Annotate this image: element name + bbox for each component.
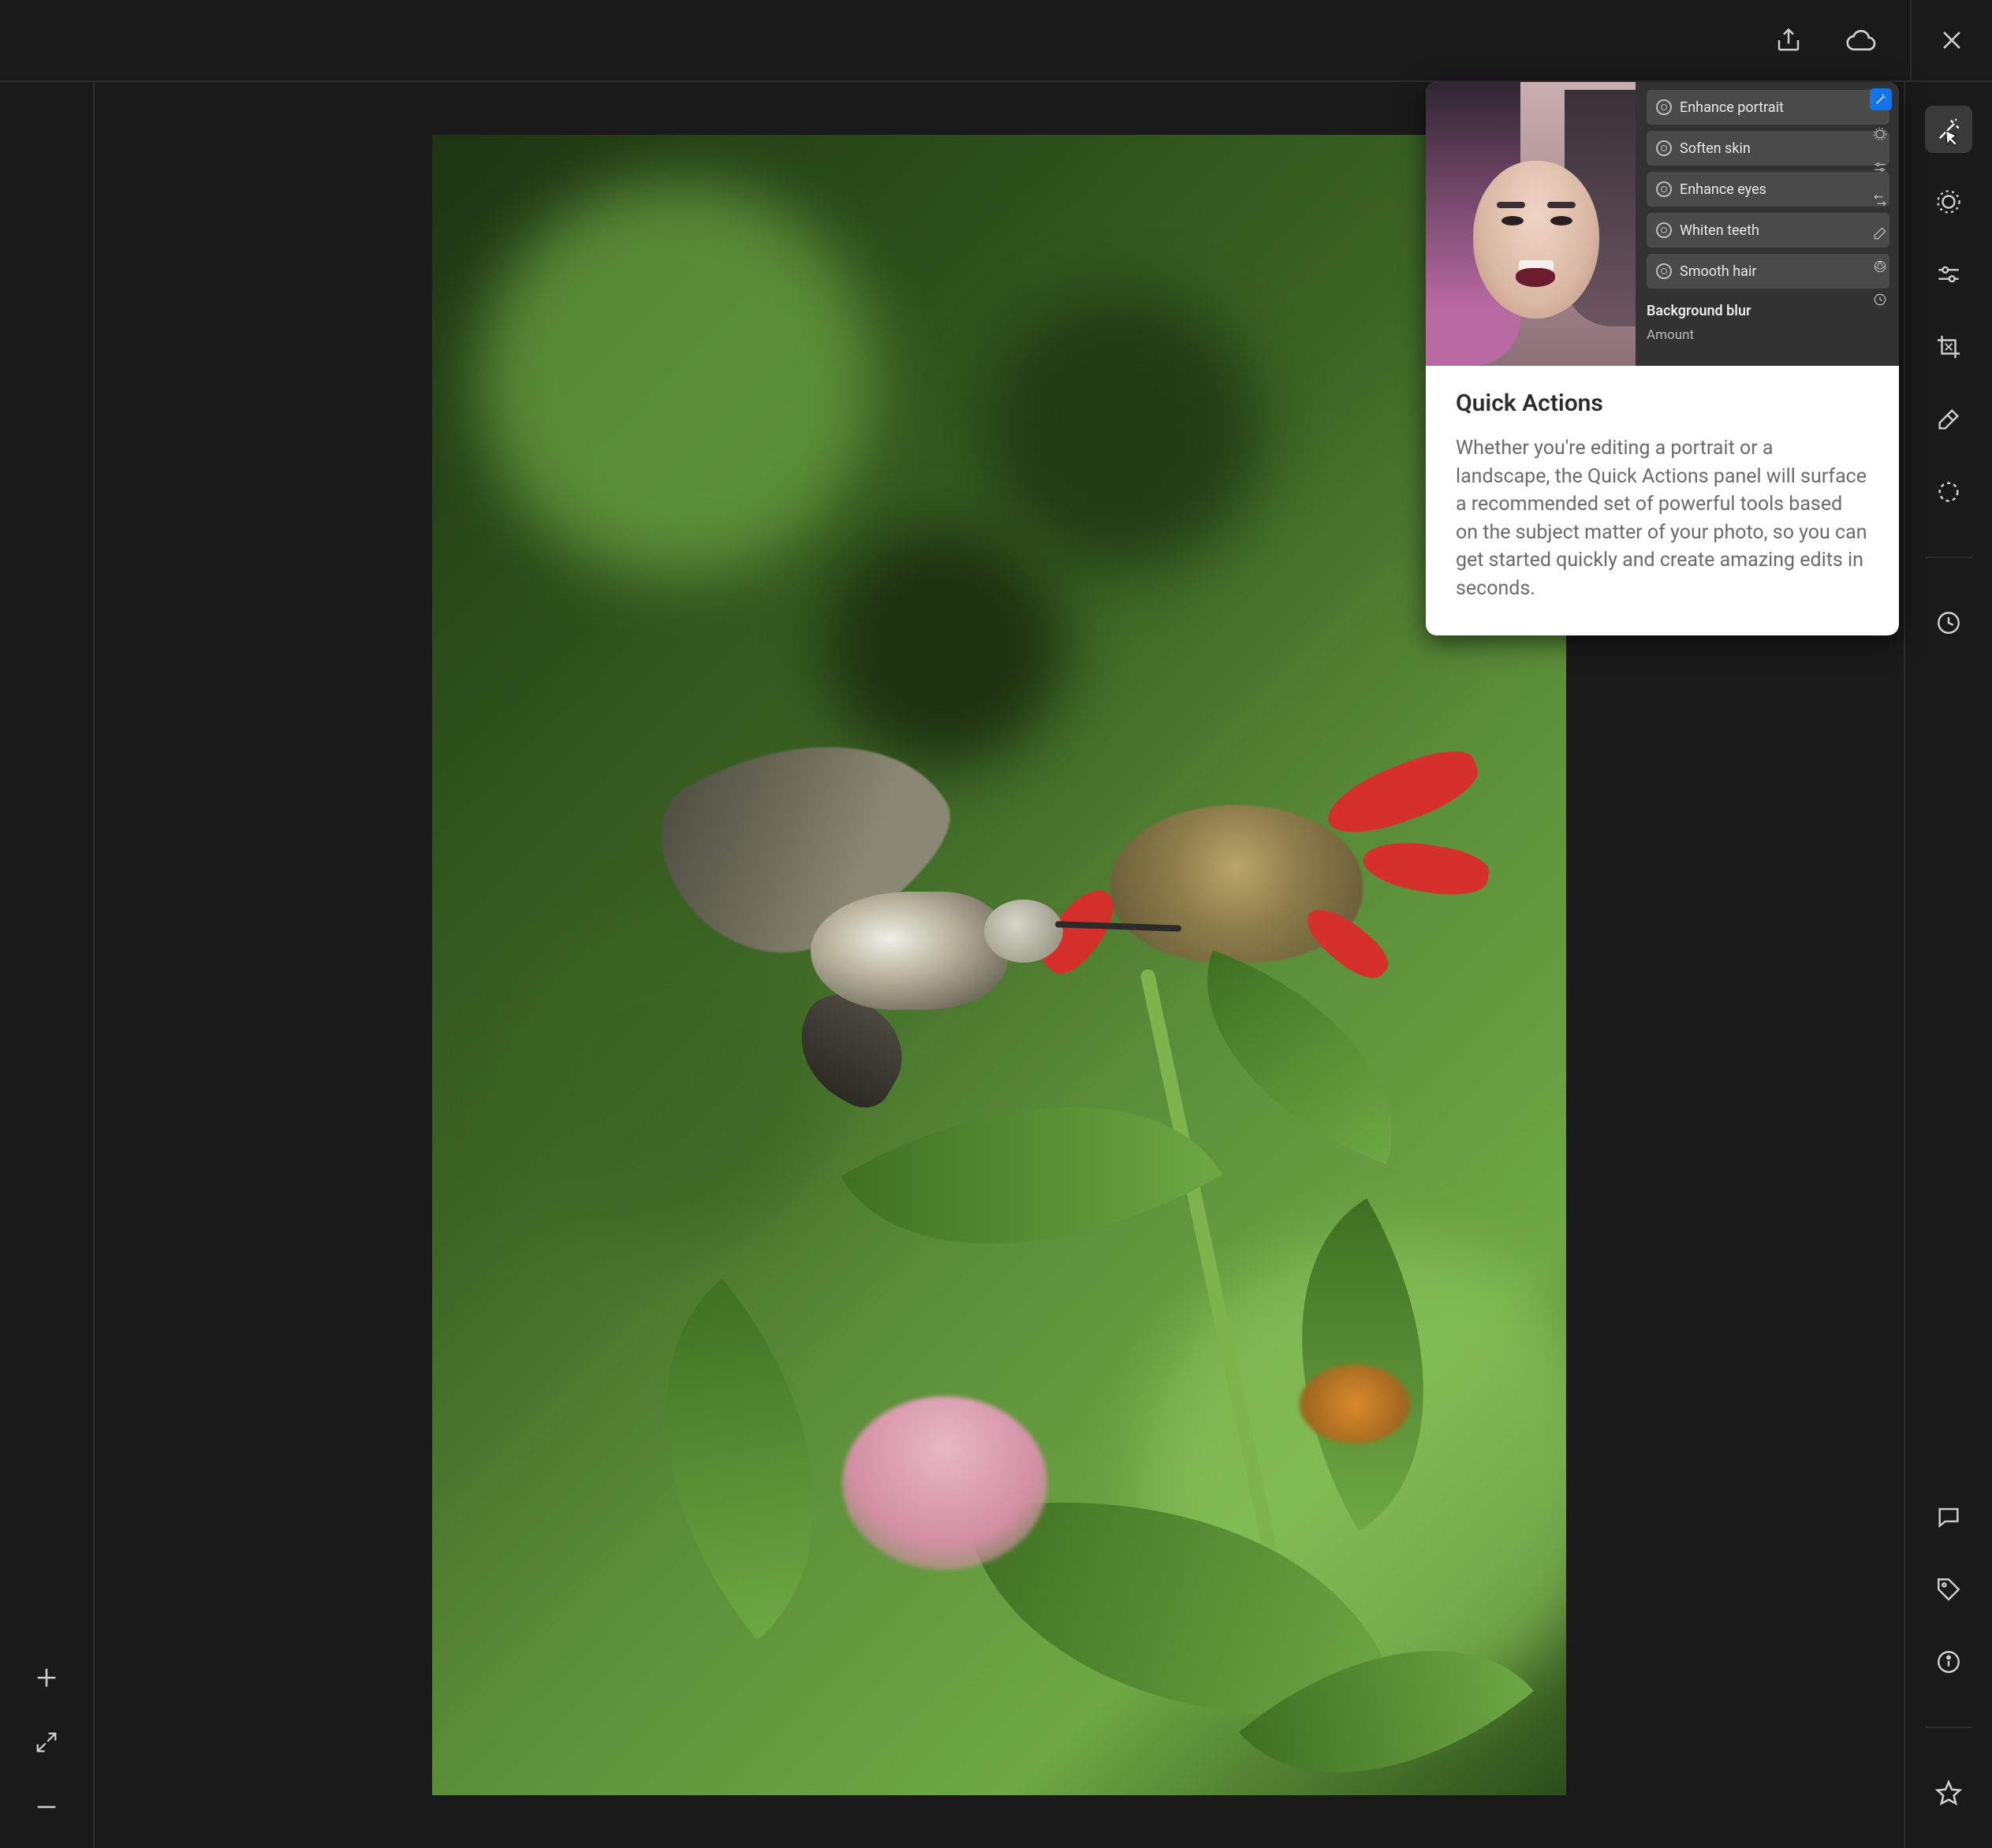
bokeh xyxy=(511,923,826,1239)
eraser-icon xyxy=(1935,406,1962,433)
swap-icon xyxy=(1872,192,1889,210)
target-icon xyxy=(1656,181,1672,197)
close-icon xyxy=(1938,27,1965,54)
toolbar-divider xyxy=(1925,1727,1972,1728)
info-icon xyxy=(1935,1649,1962,1675)
fit-screen-button[interactable] xyxy=(29,1725,64,1760)
sliders-icon xyxy=(1872,159,1889,177)
target-icon xyxy=(1656,222,1672,238)
tag-tool[interactable] xyxy=(1925,1566,1972,1613)
healing-brush-icon xyxy=(1872,126,1889,143)
hummingbird-head xyxy=(984,900,1063,963)
preview-side-icons xyxy=(1867,88,1894,309)
hummingbird-body xyxy=(811,892,1008,1010)
preview-pill: Enhance eyes xyxy=(1647,172,1889,207)
preview-pill-label: Enhance eyes xyxy=(1680,181,1766,198)
favorite-toggle[interactable] xyxy=(1925,1769,1972,1816)
preview-pill-label: Whiten teeth xyxy=(1680,222,1759,239)
tooltip-title: Quick Actions xyxy=(1456,389,1869,417)
preview-pill-label: Enhance portrait xyxy=(1680,99,1784,116)
app-root: Enhance portrait Soften skin Enhance eye… xyxy=(0,0,1992,1848)
magic-wand-icon xyxy=(1935,116,1962,143)
minus-icon xyxy=(33,1794,60,1820)
quick-actions-tool[interactable] xyxy=(1925,106,1972,153)
preview-pill-list: Enhance portrait Soften skin Enhance eye… xyxy=(1647,90,1889,289)
eraser-icon xyxy=(1872,225,1889,243)
right-toolbar-bottom xyxy=(1905,1493,1992,1848)
app-body: Enhance portrait Soften skin Enhance eye… xyxy=(0,82,1992,1848)
right-toolbar-top xyxy=(1905,82,1992,646)
healing-brush-icon xyxy=(1934,188,1963,216)
clock-icon xyxy=(1872,292,1889,309)
target-icon xyxy=(1656,140,1672,156)
aperture-icon xyxy=(1872,259,1889,276)
healing-tool[interactable] xyxy=(1925,178,1972,225)
flower-petal xyxy=(1360,834,1492,903)
preview-panel: Enhance portrait Soften skin Enhance eye… xyxy=(1636,82,1899,366)
history-tool[interactable] xyxy=(1925,599,1972,646)
background-flower xyxy=(1300,1365,1410,1444)
share-icon xyxy=(1774,26,1803,54)
target-icon xyxy=(1656,263,1672,279)
right-toolbar xyxy=(1904,82,1992,1848)
bokeh xyxy=(984,292,1260,568)
expand-icon xyxy=(35,1731,58,1754)
mask-tool[interactable] xyxy=(1925,468,1972,516)
preview-portrait xyxy=(1426,82,1636,366)
sliders-icon xyxy=(1935,261,1962,288)
flower-petal xyxy=(1319,740,1486,846)
clock-icon xyxy=(1935,609,1962,636)
topbar-actions xyxy=(1771,23,1910,58)
toolbar-divider xyxy=(1925,557,1972,558)
photo xyxy=(432,135,1566,1795)
adjust-tool[interactable] xyxy=(1925,251,1972,298)
crop-icon xyxy=(1935,333,1962,360)
preview-pill-label: Smooth hair xyxy=(1680,263,1756,280)
tooltip-text: Quick Actions Whether you're editing a p… xyxy=(1426,366,1899,635)
left-toolbar xyxy=(0,82,95,1848)
preview-pill: Enhance portrait xyxy=(1647,90,1889,125)
bokeh xyxy=(826,529,1063,766)
tooltip-body: Whether you're editing a portrait or a l… xyxy=(1456,434,1869,602)
crop-tool[interactable] xyxy=(1925,323,1972,371)
comment-icon xyxy=(1935,1503,1962,1530)
preview-pill: Smooth hair xyxy=(1647,254,1889,289)
zoom-in-button[interactable] xyxy=(29,1660,64,1695)
star-icon xyxy=(1934,1779,1963,1807)
preview-section-label: Background blur xyxy=(1647,303,1889,319)
erase-tool[interactable] xyxy=(1925,396,1972,443)
bokeh xyxy=(479,182,874,576)
tag-icon xyxy=(1935,1576,1962,1603)
magic-wand-icon xyxy=(1870,88,1892,110)
zoom-out-button[interactable] xyxy=(29,1790,64,1824)
comment-tool[interactable] xyxy=(1925,1493,1972,1541)
info-tool[interactable] xyxy=(1925,1638,1972,1686)
close-button[interactable] xyxy=(1910,0,1992,81)
preview-pill: Whiten teeth xyxy=(1647,213,1889,248)
cloud-sync-button[interactable] xyxy=(1844,23,1878,58)
canvas[interactable]: Enhance portrait Soften skin Enhance eye… xyxy=(95,82,1904,1848)
share-button[interactable] xyxy=(1771,23,1806,58)
dotted-circle-icon xyxy=(1935,479,1962,505)
plus-icon xyxy=(33,1664,60,1691)
target-icon xyxy=(1656,99,1672,115)
cloud-icon xyxy=(1845,24,1877,56)
background-flower xyxy=(842,1396,1047,1570)
quick-actions-tooltip: Enhance portrait Soften skin Enhance eye… xyxy=(1426,82,1899,635)
preview-pill-label: Soften skin xyxy=(1680,140,1751,157)
tooltip-preview: Enhance portrait Soften skin Enhance eye… xyxy=(1426,82,1899,366)
topbar xyxy=(0,0,1992,82)
preview-pill: Soften skin xyxy=(1647,131,1889,166)
leaf xyxy=(1164,950,1434,1164)
preview-amount-label: Amount xyxy=(1647,327,1889,343)
